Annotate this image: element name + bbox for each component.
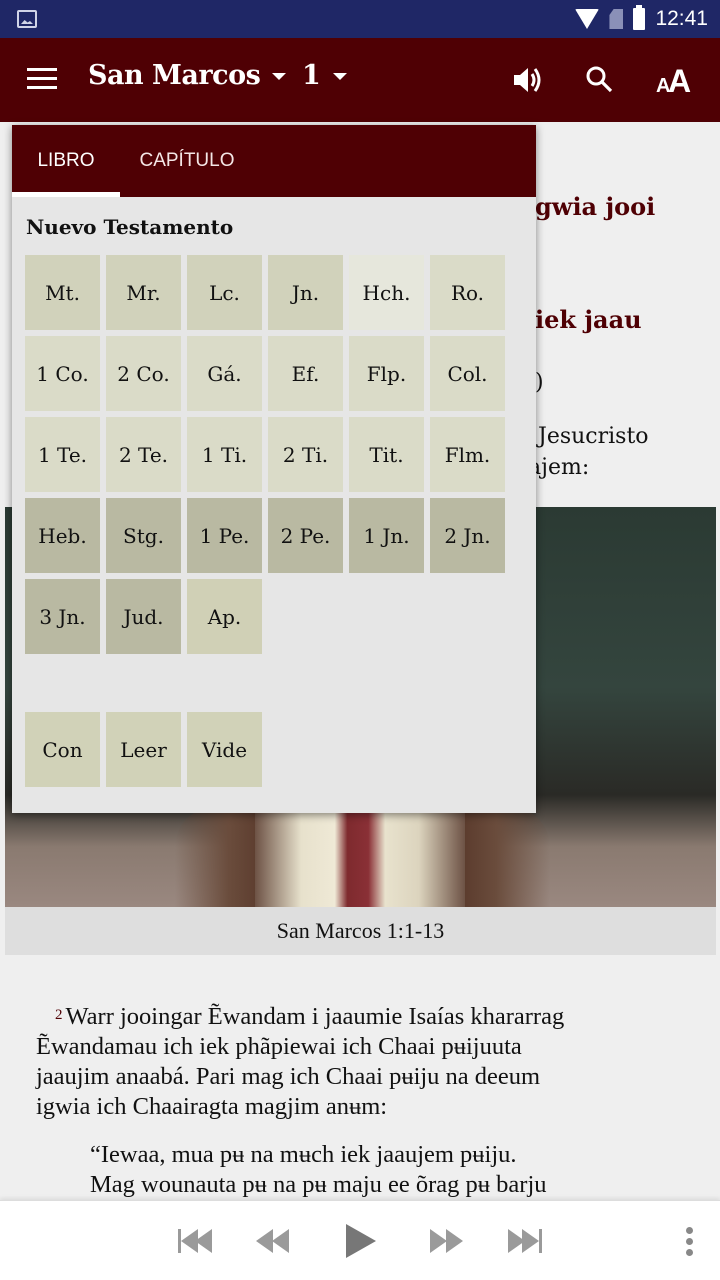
book-button[interactable]: 2 Jn.: [430, 498, 505, 573]
popup-tabs: LIBRO CAPÍTULO: [12, 125, 536, 197]
book-button[interactable]: Flm.: [430, 417, 505, 492]
menu-icon[interactable]: [27, 68, 57, 90]
battery-icon: [633, 5, 646, 30]
book-button[interactable]: 2 Co.: [106, 336, 181, 411]
text-fragment: ): [535, 370, 544, 395]
verse-number[interactable]: 2: [55, 1007, 63, 1023]
text-fragment: ajem:: [528, 455, 590, 480]
verse-paragraph: 2 Warr jooingar Ẽwandam i jaaumie Isaías …: [36, 1003, 565, 1120]
section-heading-fragment: gwia jooi: [535, 192, 656, 221]
extra-button[interactable]: Leer: [106, 712, 181, 787]
section-heading-fragment: iek jaau: [535, 305, 642, 334]
book-button[interactable]: Jud.: [106, 579, 181, 654]
book-button[interactable]: 1 Te.: [25, 417, 100, 492]
extra-button[interactable]: Vide: [187, 712, 262, 787]
book-button[interactable]: Lc.: [187, 255, 262, 330]
text-size-icon[interactable]: A A: [656, 62, 692, 99]
book-button[interactable]: Stg.: [106, 498, 181, 573]
book-chooser-popup: LIBRO CAPÍTULO Nuevo Testamento Mt. Mr. Lc…: [12, 125, 536, 813]
book-button[interactable]: 1 Pe.: [187, 498, 262, 573]
search-icon[interactable]: [582, 62, 618, 98]
chevron-down-icon: [272, 73, 287, 80]
book-button[interactable]: Mr.: [106, 255, 181, 330]
book-selector[interactable]: San Marcos: [88, 60, 287, 91]
fast-forward-icon[interactable]: [430, 1223, 463, 1259]
audio-player: [0, 1200, 720, 1280]
text-fragment: Jesucristo: [538, 424, 649, 449]
book-button[interactable]: 2 Ti.: [268, 417, 343, 492]
poetry-quote: “Iewaa, mua pʉ na mʉch iek jaaujem pʉiju…: [90, 1141, 547, 1198]
book-button[interactable]: Mt.: [25, 255, 100, 330]
book-button[interactable]: 3 Jn.: [25, 579, 100, 654]
clock: 12:41: [655, 7, 708, 30]
testament-heading: Nuevo Testamento: [26, 215, 234, 239]
status-icons: 12:41: [575, 5, 708, 32]
book-button[interactable]: Jn.: [268, 255, 343, 330]
chapter-selector[interactable]: 1: [302, 60, 347, 91]
skip-previous-icon[interactable]: [178, 1223, 212, 1259]
svg-text:A: A: [668, 63, 691, 98]
book-button[interactable]: Ap.: [187, 579, 262, 654]
wifi-icon: [575, 9, 600, 29]
skip-next-icon[interactable]: [508, 1223, 542, 1259]
book-button[interactable]: 1 Co.: [25, 336, 100, 411]
book-button[interactable]: Ro.: [430, 255, 505, 330]
status-bar: 12:41: [0, 0, 720, 38]
speaker-icon[interactable]: [510, 62, 546, 98]
book-button[interactable]: Flp.: [349, 336, 424, 411]
book-button[interactable]: Gá.: [187, 336, 262, 411]
book-button[interactable]: Tit.: [349, 417, 424, 492]
chapter-number: 1: [302, 60, 321, 91]
play-icon[interactable]: [346, 1221, 376, 1261]
extra-button[interactable]: Con: [25, 712, 100, 787]
book-button[interactable]: 2 Pe.: [268, 498, 343, 573]
extra-grid: Con Leer Vide: [25, 712, 262, 787]
book-button[interactable]: Col.: [430, 336, 505, 411]
book-grid: Mt. Mr. Lc. Jn. Hch. Ro. 1 Co. 2 Co. Gá. Ef. Flp. C…: [25, 255, 505, 654]
chevron-down-icon: [332, 73, 347, 80]
app-bar: San Marcos 1 A A: [0, 38, 720, 122]
book-button[interactable]: 2 Te.: [106, 417, 181, 492]
tab-capitulo[interactable]: CAPÍTULO: [120, 125, 254, 197]
image-caption: San Marcos 1:1-13: [5, 907, 716, 955]
tab-libro[interactable]: LIBRO: [12, 125, 120, 197]
book-name: San Marcos: [88, 60, 261, 91]
book-button[interactable]: 1 Jn.: [349, 498, 424, 573]
book-button[interactable]: Heb.: [25, 498, 100, 573]
more-vert-icon[interactable]: [683, 1227, 695, 1259]
rewind-icon[interactable]: [256, 1223, 289, 1259]
book-button[interactable]: 1 Ti.: [187, 417, 262, 492]
book-button[interactable]: Hch.: [349, 255, 424, 330]
no-sim-icon: [609, 9, 624, 29]
gallery-icon: [17, 10, 37, 28]
book-button[interactable]: Ef.: [268, 336, 343, 411]
